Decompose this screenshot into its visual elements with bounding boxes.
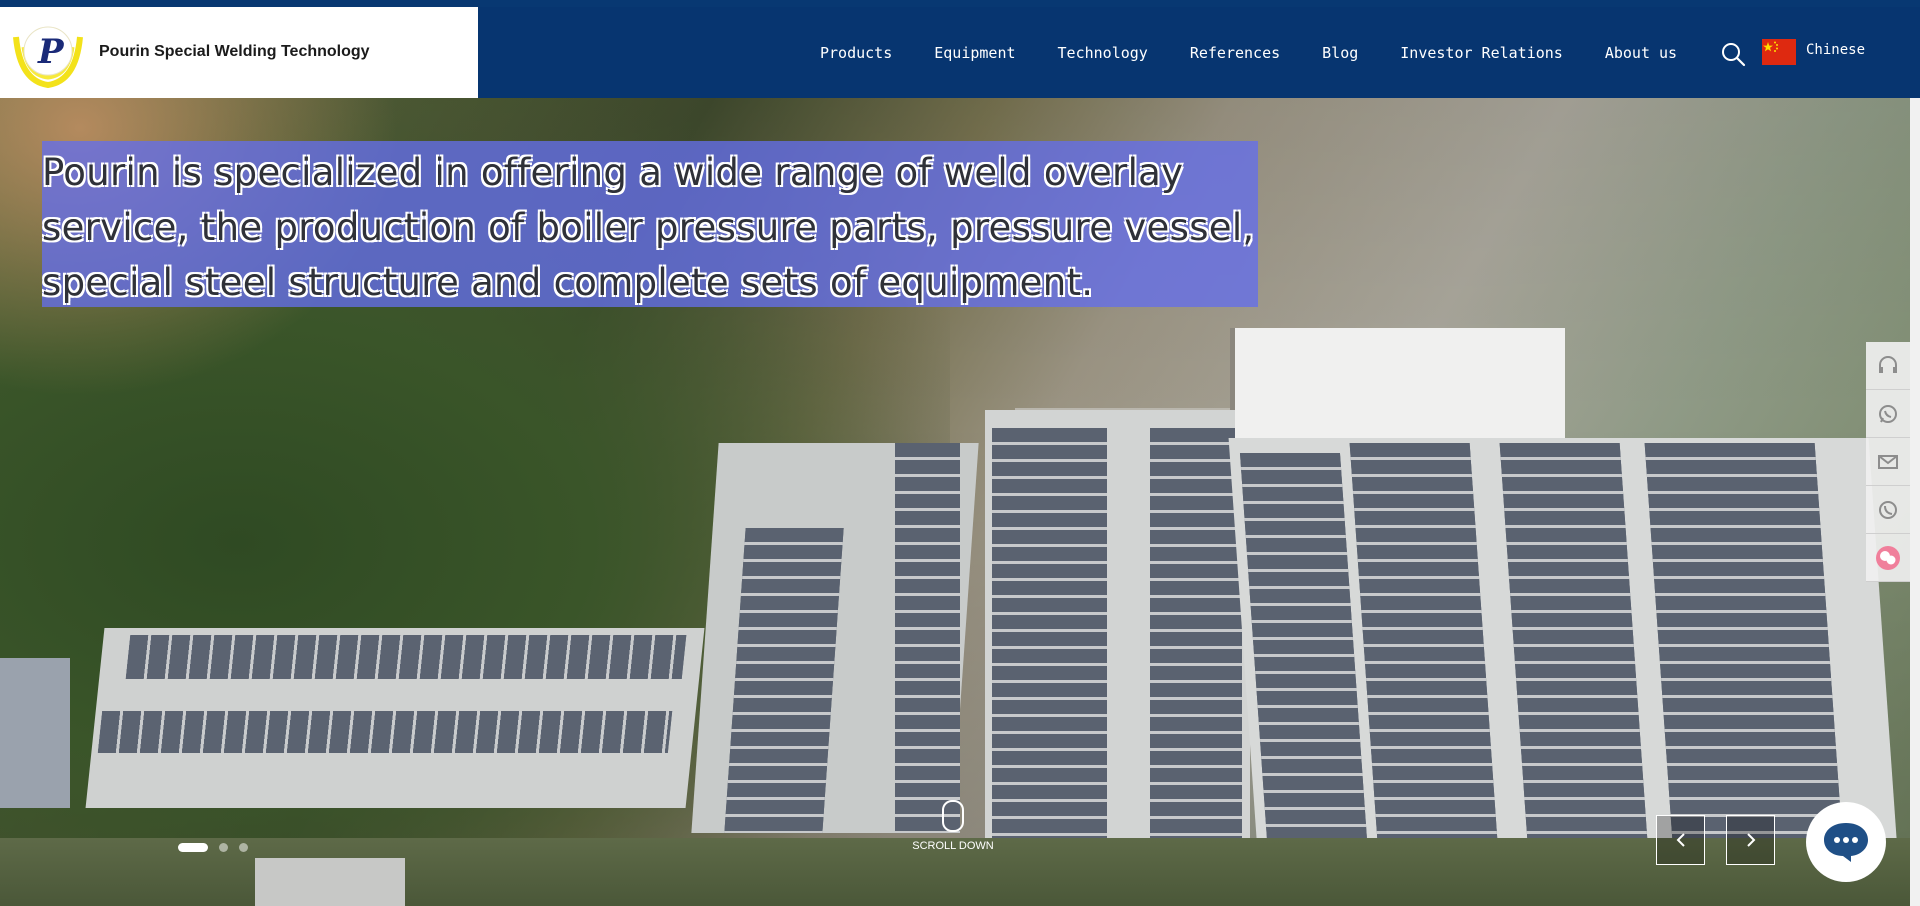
contact-sidebar xyxy=(1866,342,1910,582)
logo-block[interactable]: P Pourin Special Welding Technology xyxy=(0,7,478,98)
slider-pagination xyxy=(178,843,259,852)
office-building xyxy=(0,658,70,808)
logo-icon: P xyxy=(13,26,83,89)
solar-roof xyxy=(1150,428,1242,868)
solar-roof xyxy=(125,635,687,679)
language-switch[interactable]: Chinese xyxy=(1806,42,1865,58)
nav-item-blog[interactable]: Blog xyxy=(1322,44,1358,62)
phone-icon xyxy=(1879,500,1897,519)
brand-name[interactable]: Pourin Special Welding Technology xyxy=(99,43,370,61)
nav-item-equipment[interactable]: Equipment xyxy=(934,44,1015,62)
sidebar-item-wechat[interactable] xyxy=(1866,534,1910,582)
hero-headline: Pourin is specialized in offering a wide… xyxy=(42,151,1255,304)
slider-dot-3[interactable] xyxy=(239,843,248,852)
chat-bubble-icon xyxy=(1824,823,1868,862)
top-accent-line xyxy=(0,0,1920,7)
page-scrollbar[interactable] xyxy=(1910,98,1920,906)
main-nav: Products Equipment Technology References… xyxy=(820,7,1719,98)
china-flag-icon[interactable] xyxy=(1762,39,1796,65)
sidebar-item-headset[interactable] xyxy=(1866,342,1910,390)
search-icon[interactable] xyxy=(1720,41,1746,67)
solar-roof xyxy=(97,711,673,753)
chevron-left-icon xyxy=(1676,833,1685,847)
mail-icon xyxy=(1878,454,1898,469)
nav-item-about-us[interactable]: About us xyxy=(1605,44,1677,62)
slider-dot-1[interactable] xyxy=(178,843,208,852)
slider-next-button[interactable] xyxy=(1726,815,1775,865)
solar-roof xyxy=(895,443,960,833)
chat-button[interactable] xyxy=(1806,802,1886,882)
logo-letter: P xyxy=(37,32,65,72)
whatsapp-icon xyxy=(1879,404,1897,423)
mouse-icon xyxy=(942,800,964,832)
site-header: P Pourin Special Welding Technology Prod… xyxy=(0,7,1920,98)
wechat-icon xyxy=(1876,545,1900,570)
nav-item-investor-relations[interactable]: Investor Relations xyxy=(1400,44,1563,62)
sidebar-item-whatsapp[interactable] xyxy=(1866,390,1910,438)
slider-prev-button[interactable] xyxy=(1656,815,1705,865)
nav-item-products[interactable]: Products xyxy=(820,44,892,62)
chevron-right-icon xyxy=(1746,833,1755,847)
small-building xyxy=(255,858,405,906)
sidebar-item-mail[interactable] xyxy=(1866,438,1910,486)
nav-item-technology[interactable]: Technology xyxy=(1058,44,1148,62)
solar-roof xyxy=(992,428,1107,858)
nav-item-references[interactable]: References xyxy=(1190,44,1280,62)
headset-icon xyxy=(1879,355,1897,373)
scroll-down-label: SCROLL DOWN xyxy=(912,840,994,852)
scroll-down-indicator[interactable]: SCROLL DOWN xyxy=(908,800,998,852)
hero-headline-box: Pourin is specialized in offering a wide… xyxy=(42,141,1258,307)
slider-dot-2[interactable] xyxy=(219,843,228,852)
sidebar-item-phone[interactable] xyxy=(1866,486,1910,534)
